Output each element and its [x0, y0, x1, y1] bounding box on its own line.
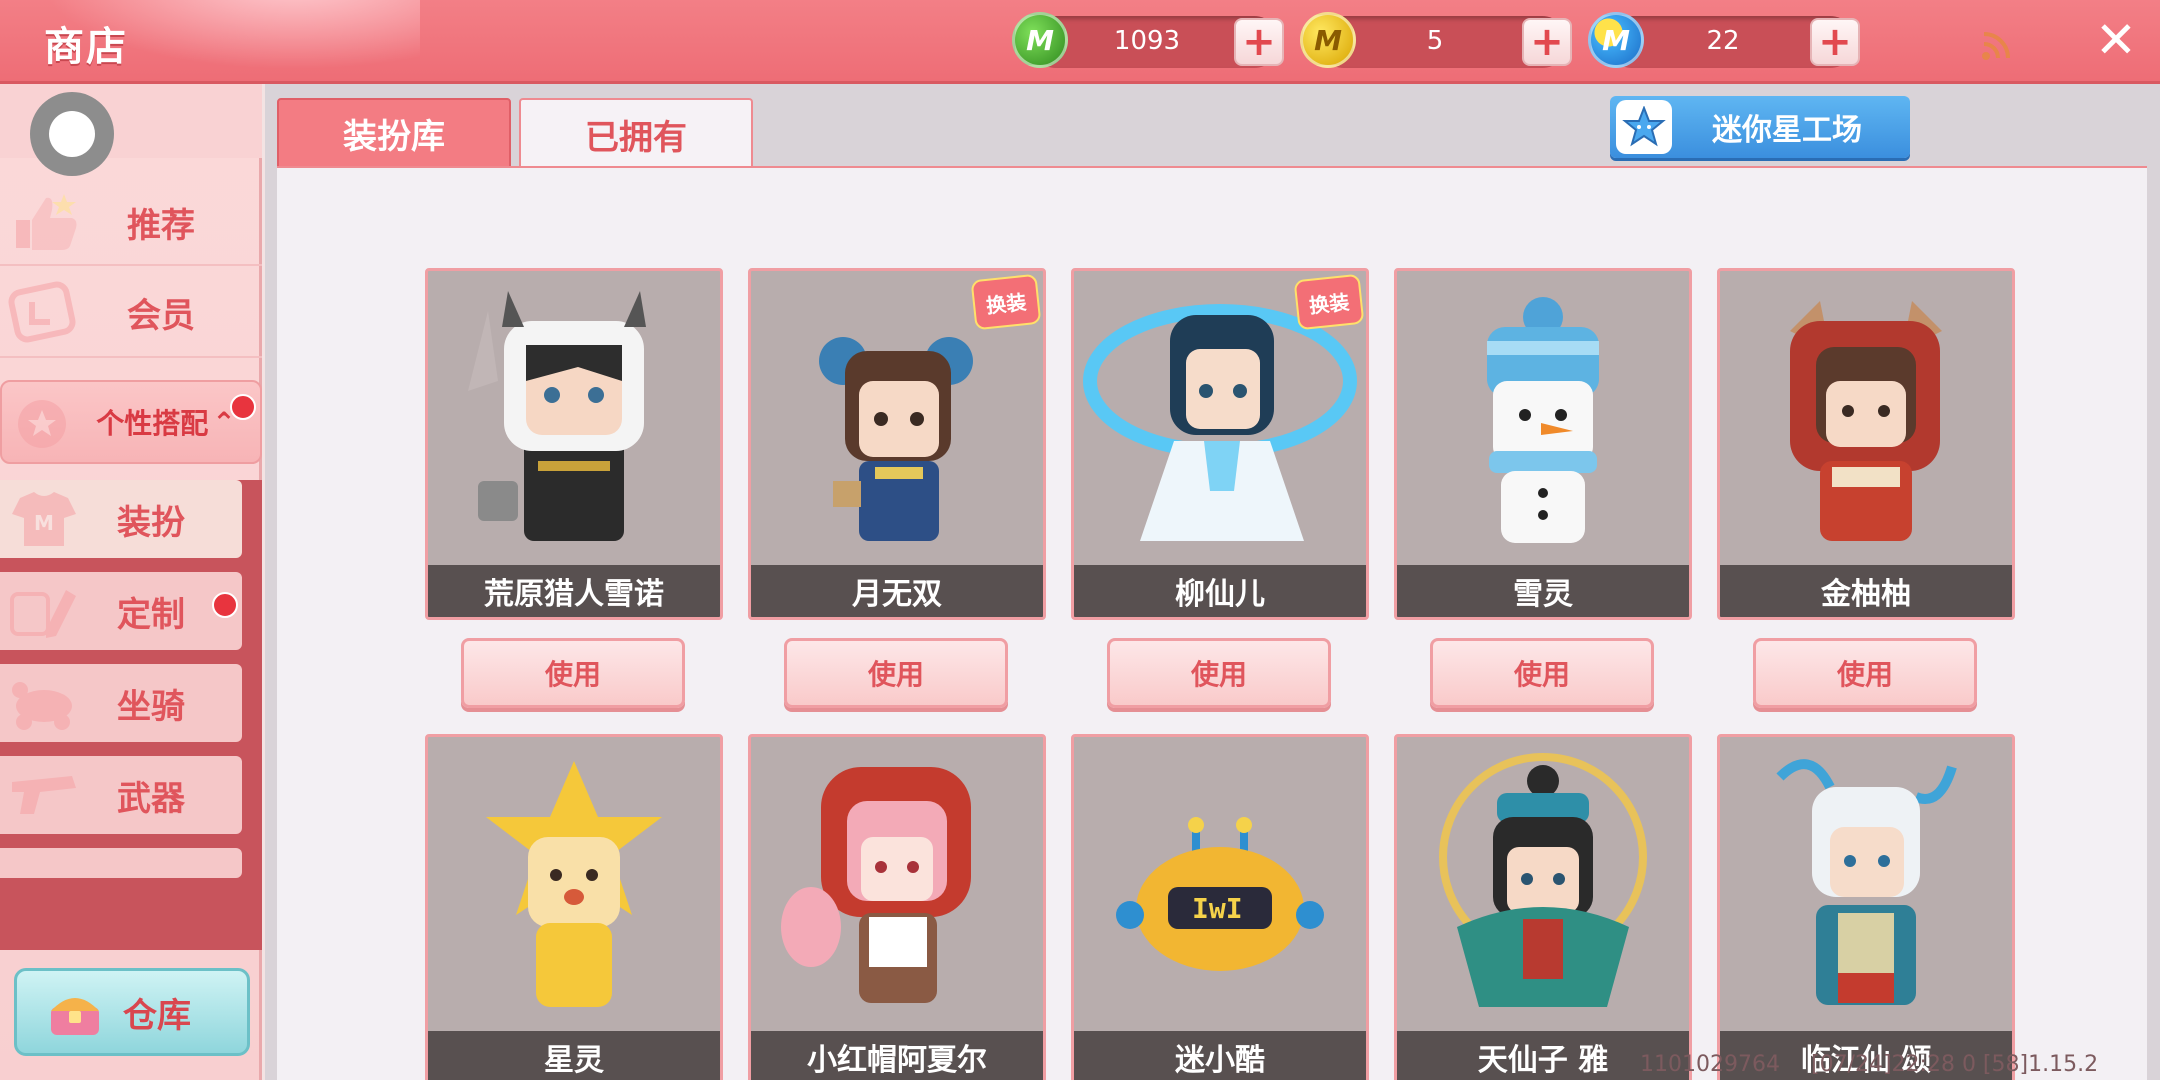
main-panel: 装扮库 已拥有 迷你星工场 荒原猎人雪诺 使用 换装 月无双 使用 换装 柳仙儿… — [265, 84, 2160, 1080]
use-button[interactable]: 使用 — [461, 638, 685, 708]
divider — [0, 356, 262, 358]
sidebar-item-label: 个性搭配 — [96, 407, 209, 440]
green-coin-icon: M — [1012, 12, 1068, 68]
character-jin-youyou-image — [1790, 301, 1942, 541]
mount-icon — [12, 682, 72, 730]
warehouse-button[interactable]: 仓库 — [14, 968, 250, 1056]
currency-green: M 1093 + — [1012, 12, 1284, 68]
outfit-card[interactable]: 小红帽阿夏尔 — [748, 734, 1046, 1080]
change-outfit-badge: 换装 — [970, 273, 1042, 331]
sidebar-subitem-label: 武器 — [117, 778, 185, 819]
currency-mini: M 22 + — [1588, 12, 1860, 68]
thumbs-up-icon — [16, 194, 77, 250]
outfit-card[interactable]: 星灵 — [425, 734, 723, 1080]
gold-coin-icon: M — [1300, 12, 1356, 68]
notification-dot — [212, 592, 238, 618]
add-gold-coin-button[interactable]: + — [1522, 18, 1572, 66]
currency-mini-amount: 22 — [1706, 26, 1740, 56]
outfit-card[interactable]: 临江仙 颂 — [1717, 734, 2015, 1080]
use-button[interactable]: 使用 — [1753, 638, 1977, 708]
shirt-icon: M — [12, 492, 76, 546]
signal-icon — [1982, 32, 2010, 60]
build-info: [07/24]22:28 0 [58]1.15.2 — [1810, 1052, 2099, 1077]
sidebar-subitem-label: 定制 — [117, 594, 185, 635]
outfit-name: 雪灵 — [1397, 565, 1689, 617]
user-id: 1101029764 — [1640, 1052, 1780, 1077]
character-snowman-image — [1487, 297, 1599, 543]
add-green-coin-button[interactable]: + — [1234, 18, 1284, 66]
mini-coin-icon: M — [1588, 12, 1644, 68]
page-title: 商店 — [44, 24, 128, 70]
sidebar-item-label: 会员 — [127, 295, 195, 336]
use-button[interactable]: 使用 — [1430, 638, 1654, 708]
treasure-chest-icon — [51, 998, 99, 1035]
close-button[interactable]: ✕ — [2090, 14, 2142, 66]
sidebar-subitem-label: 坐骑 — [117, 686, 185, 727]
svg-text:IwI: IwI — [1192, 892, 1243, 925]
sidebar-item-recommend[interactable]: 推荐 — [0, 180, 262, 264]
character-red-hood-image — [781, 767, 971, 1003]
top-bar: 商店 M 1093 + M 5 + M 22 + ✕ — [0, 0, 2160, 84]
sidebar-subitem-weapon[interactable]: 武器 — [0, 756, 242, 834]
outfit-card[interactable]: 金柚柚 — [1717, 268, 2015, 620]
outfit-card[interactable]: 雪灵 — [1394, 268, 1692, 620]
outfit-name: 金柚柚 — [1720, 565, 2012, 617]
outfit-name: 荒原猎人雪诺 — [428, 565, 720, 617]
currency-green-amount: 1093 — [1113, 26, 1181, 56]
vip-icon — [8, 281, 76, 343]
debug-status-line: 1101029764 [07/24]22:28 0 [58]1.15.2 — [1640, 1052, 2122, 1077]
warehouse-label: 仓库 — [123, 995, 191, 1036]
sidebar-subitem-outfit[interactable]: M 装扮 — [0, 480, 242, 558]
sidebar-subitem-custom[interactable]: 定制 — [0, 572, 242, 650]
character-tianxianzi-image — [1439, 753, 1647, 1007]
change-outfit-badge: 换装 — [1293, 273, 1365, 331]
workshop-label: 迷你星工场 — [1712, 113, 1862, 148]
pencil-icon — [10, 590, 76, 638]
outfit-card[interactable]: 荒原猎人雪诺 — [425, 268, 723, 620]
svg-text:M: M — [34, 511, 54, 535]
sidebar-subpanel: M 装扮 定制 坐骑 武器 — [0, 480, 262, 950]
outfit-name: 迷小酷 — [1074, 1031, 1366, 1080]
badge-icon — [18, 400, 66, 448]
notification-dot — [230, 394, 256, 420]
sidebar-subitem-mount[interactable]: 坐骑 — [0, 664, 242, 742]
outfit-name: 月无双 — [751, 565, 1043, 617]
character-hunter-image — [468, 291, 646, 541]
outfit-card[interactable]: 换装 月无双 — [748, 268, 1046, 620]
outfit-name: 小红帽阿夏尔 — [751, 1031, 1043, 1080]
character-linjiangxian-image — [1776, 759, 1957, 1005]
sidebar-item-personal-style[interactable]: 个性搭配 ⌃ — [0, 380, 262, 464]
gun-icon — [12, 776, 76, 814]
character-star-spirit-image — [486, 761, 662, 1007]
star-icon — [1616, 100, 1672, 154]
divider — [0, 264, 262, 266]
tab-bar: 装扮库 已拥有 迷你星工场 — [265, 84, 2160, 170]
character-mi-xiaoku-image: IwI — [1116, 817, 1324, 971]
use-button[interactable]: 使用 — [1107, 638, 1331, 708]
sidebar-subitem-partial — [0, 848, 242, 878]
currency-gold: M 5 + — [1300, 12, 1572, 68]
outfit-card[interactable]: IwI 迷小酷 — [1071, 734, 1369, 1080]
sidebar-item-label: 推荐 — [127, 205, 195, 246]
owned-outfits-grid: 荒原猎人雪诺 使用 换装 月无双 使用 换装 柳仙儿 使用 雪灵 使用 金柚柚 … — [277, 166, 2147, 1080]
add-mini-coin-button[interactable]: + — [1810, 18, 1860, 66]
outfit-name: 柳仙儿 — [1074, 565, 1366, 617]
currency-gold-amount: 5 — [1426, 26, 1444, 56]
sidebar: 推荐 会员 个性搭配 ⌃ M 装扮 定制 坐骑 武器 仓库 — [0, 84, 262, 1080]
tab-owned[interactable]: 已拥有 — [519, 98, 753, 168]
outfit-card[interactable]: 换装 柳仙儿 — [1071, 268, 1369, 620]
outfit-card[interactable]: 天仙子 雅 — [1394, 734, 1692, 1080]
outfit-name: 星灵 — [428, 1031, 720, 1080]
floating-menu-button[interactable] — [30, 92, 114, 176]
tab-outfit-library[interactable]: 装扮库 — [277, 98, 511, 168]
menu-dot-icon — [49, 111, 95, 157]
mini-workshop-button[interactable]: 迷你星工场 — [1610, 96, 1910, 158]
sidebar-subitem-label: 装扮 — [117, 502, 185, 543]
use-button[interactable]: 使用 — [784, 638, 1008, 708]
sidebar-item-vip[interactable]: 会员 — [0, 270, 262, 354]
